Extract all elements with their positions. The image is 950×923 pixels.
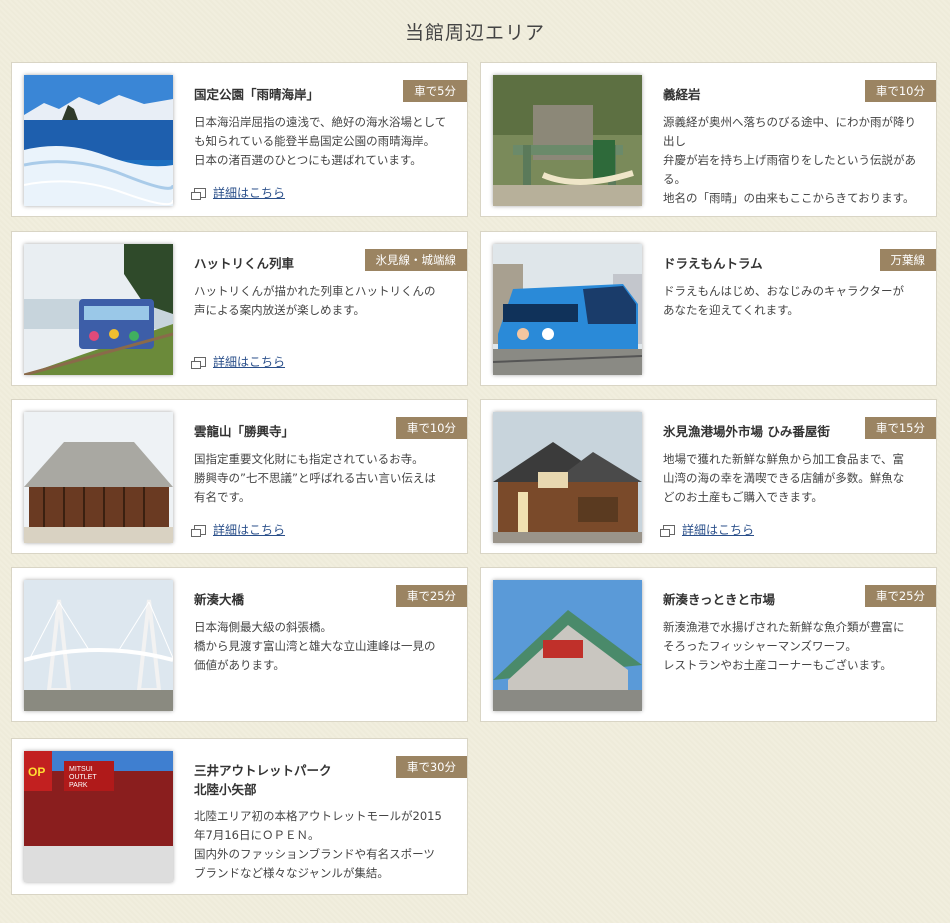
spot-card-mitsui-outlet: OP MITSUI OUTLET PARK 車で30分 三井アウトレットパーク … [11, 738, 468, 895]
temple-photo [24, 412, 173, 543]
shrine-rock-photo [493, 75, 642, 206]
spot-card-doraemon-tram: 万葉線 ドラえもんトラム ドラえもんはじめ、おなじみのキャラクターが あなたを迎え… [480, 231, 937, 386]
page-title: 当館周辺エリア [404, 22, 545, 44]
distance-badge: 車で25分 [395, 585, 467, 607]
spot-name: ハットリくん列車 [194, 256, 295, 271]
outlet-sign-2: OUTLET [69, 774, 97, 781]
bridge-photo [24, 580, 173, 711]
spot-name: 新湊きっときと市場 [663, 592, 776, 607]
outlet-sign-1: MITSUI [69, 766, 93, 773]
tram-photo [493, 244, 642, 375]
market-photo [493, 412, 642, 543]
spot-card-yoshitsune-rock: 車で10分 義経岩 源義経が奥州へ落ちのびる途中、にわか雨が降り出し 弁慶が岩を持… [480, 62, 937, 217]
external-link-icon [191, 187, 206, 200]
outlet-photo: OP MITSUI OUTLET PARK [24, 751, 173, 882]
spot-name: 氷見漁港場外市場 ひみ番屋街 [663, 424, 830, 439]
spot-description: 新湊漁港で水揚げされた新鮮な魚介類が豊富に そろったフィッシャーマンズワーフ。 レス… [663, 620, 905, 672]
spot-description: 北陸エリア初の本格アウトレットモールが2015 年7月16日にＯＰＥＮ。 国内外のフ… [194, 809, 442, 880]
spot-description: 源義経が奥州へ落ちのびる途中、にわか雨が降り出し 弁慶が岩を持ち上げ雨宿りをしたと… [663, 115, 916, 205]
distance-badge: 車で25分 [864, 585, 936, 607]
spot-description: 国指定重要文化財にも指定されているお寺。 勝興寺の”七不思議”と呼ばれる古い言い伝… [194, 452, 436, 504]
spot-description: ドラえもんはじめ、おなじみのキャラクターが あなたを迎えてくれます。 [663, 284, 905, 317]
outlet-logo: OP [28, 765, 45, 779]
distance-badge: 車で10分 [864, 80, 936, 102]
spot-name: 三井アウトレットパーク 北陸小矢部 [194, 763, 332, 797]
spot-card-kittokito-market: 車で25分 新湊きっときと市場 新湊漁港で水揚げされた新鮮な魚介類が豊富に そろっ… [480, 567, 937, 722]
spot-description: ハットリくんが描かれた列車とハットリくんの 声による案内放送が楽しめます。 [194, 284, 436, 317]
spot-name: ドラえもんトラム [663, 256, 763, 271]
distance-badge: 車で10分 [395, 417, 467, 439]
spot-description: 日本海沿岸屈指の遠浅で、絶好の海水浴場として も知られている能登半島国定公園の雨晴… [194, 115, 447, 167]
spot-description: 地場で獲れた新鮮な鮮魚から加工食品まで、富 山湾の海の幸を満喫できる店舗が多数。鮮… [663, 452, 905, 504]
spot-name: 新湊大橋 [194, 592, 245, 607]
detail-link[interactable]: 詳細はこちら [191, 184, 285, 201]
spot-name: 国定公園「雨晴海岸」 [194, 87, 320, 102]
line-badge: 万葉線 [879, 249, 936, 271]
spot-card-amaharashi: 車で5分 国定公園「雨晴海岸」 日本海沿岸屈指の遠浅で、絶好の海水浴場として も知… [11, 62, 468, 217]
distance-badge: 車で5分 [403, 80, 467, 102]
spot-name: 義経岩 [663, 87, 701, 102]
distance-badge: 車で30分 [395, 756, 467, 778]
external-link-icon [660, 524, 675, 537]
external-link-icon [191, 524, 206, 537]
spot-card-shinminato-bridge: 車で25分 新湊大橋 日本海側最大級の斜張橋。 橋から見渡す富山湾と雄大な立山連峰… [11, 567, 468, 722]
detail-link[interactable]: 詳細はこちら [660, 521, 754, 538]
external-link-icon [191, 356, 206, 369]
distance-badge: 車で15分 [864, 417, 936, 439]
detail-link[interactable]: 詳細はこちら [191, 521, 285, 538]
spot-card-shokoji: 車で10分 雲龍山「勝興寺」 国指定重要文化財にも指定されているお寺。 勝興寺の”… [11, 399, 468, 554]
fish-market-photo [493, 580, 642, 711]
outlet-sign-3: PARK [69, 782, 88, 789]
spot-description: 日本海側最大級の斜張橋。 橋から見渡す富山湾と雄大な立山連峰は一見の 価値があります… [194, 620, 436, 672]
spot-name: 雲龍山「勝興寺」 [194, 424, 295, 439]
train-photo [24, 244, 173, 375]
spot-card-himi-banyagai: 車で15分 氷見漁港場外市場 ひみ番屋街 地場で獲れた新鮮な鮮魚から加工食品まで… [480, 399, 937, 554]
spot-card-hattori-train: 氷見線・城端線 ハットリくん列車 ハットリくんが描かれた列車とハットリくんの 声に… [11, 231, 468, 386]
detail-link[interactable]: 詳細はこちら [191, 353, 285, 370]
coast-photo [24, 75, 173, 206]
